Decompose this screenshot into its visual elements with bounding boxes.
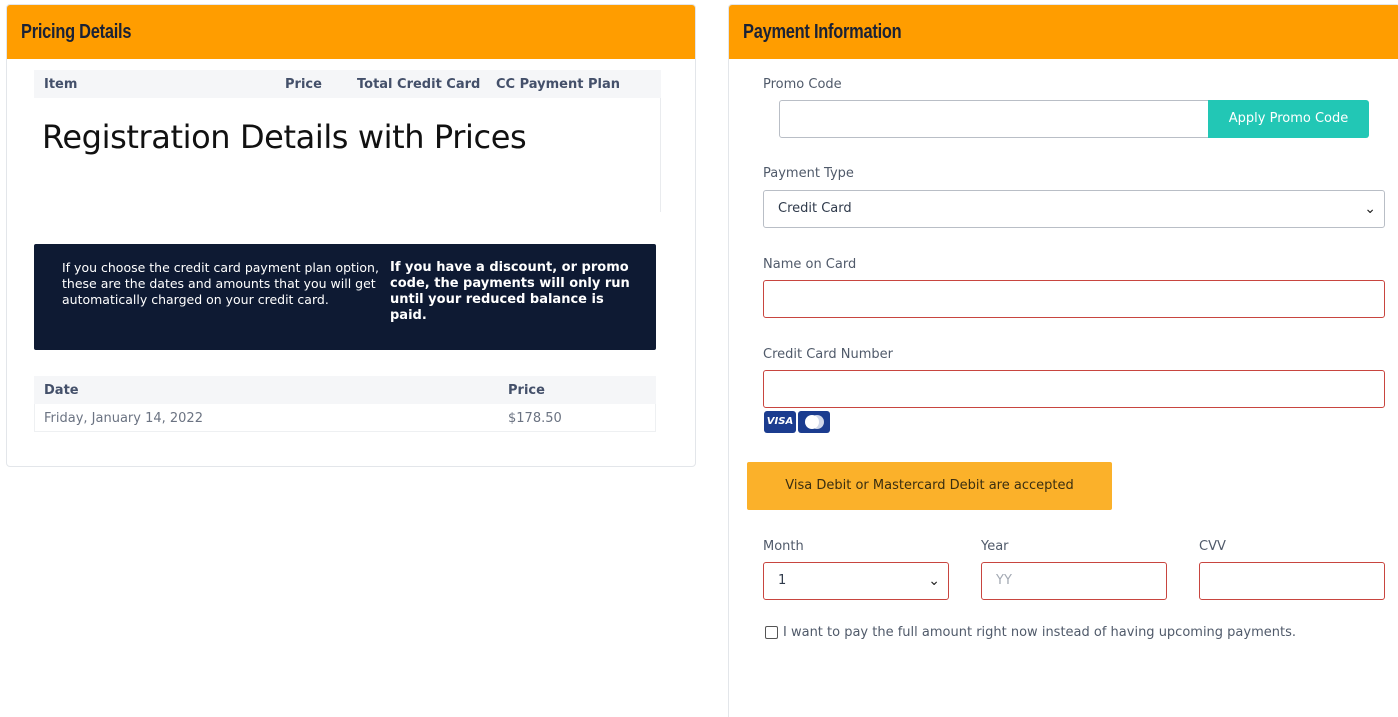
pricing-details-title: Pricing Details [21, 21, 132, 43]
schedule-header: Date Price [34, 376, 656, 404]
payment-information-header: Payment Information [729, 5, 1398, 59]
col-cc-payment-plan: CC Payment Plan [496, 77, 621, 92]
month-select[interactable]: 1 ⌄ [763, 562, 949, 600]
schedule-price: $178.50 [508, 411, 562, 426]
payment-type-select[interactable]: Credit Card ⌄ [763, 190, 1385, 228]
payment-schedule-table: Date Price Friday, January 14, 2022 $178… [34, 376, 656, 432]
name-on-card-label: Name on Card [763, 257, 857, 272]
col-total-credit-card: Total Credit Card [357, 77, 481, 92]
credit-card-number-label: Credit Card Number [763, 347, 893, 362]
cvv-input[interactable] [1199, 562, 1385, 600]
pricing-details-header: Pricing Details [7, 5, 695, 59]
payment-information-title: Payment Information [743, 21, 902, 43]
full-payment-label[interactable]: I want to pay the full amount right now … [783, 625, 1296, 640]
year-input[interactable]: YY [981, 562, 1167, 600]
info-text-discount: If you have a discount, or promo code, t… [390, 260, 630, 323]
payment-type-value: Credit Card [778, 201, 852, 216]
info-text-plan: If you choose the credit card payment pl… [62, 260, 379, 307]
promo-code-input[interactable] [779, 100, 1211, 138]
credit-card-number-input[interactable] [763, 370, 1385, 408]
month-value: 1 [778, 573, 787, 588]
chevron-down-icon: ⌄ [928, 573, 940, 589]
visa-icon: VISA [764, 411, 796, 433]
items-table-header: Item Price Total Credit Card CC Payment … [34, 70, 661, 98]
cvv-label: CVV [1199, 539, 1226, 554]
col-price: Price [285, 77, 322, 92]
promo-code-label: Promo Code [763, 77, 842, 92]
col-item: Item [44, 77, 78, 92]
schedule-date: Friday, January 14, 2022 [44, 411, 203, 426]
col-date: Date [44, 383, 79, 398]
table-row: Friday, January 14, 2022 $178.50 [34, 404, 656, 432]
year-label: Year [981, 539, 1009, 554]
debit-accepted-notice: Visa Debit or Mastercard Debit are accep… [747, 462, 1112, 510]
name-on-card-input[interactable] [763, 280, 1385, 318]
apply-promo-code-button[interactable]: Apply Promo Code [1208, 100, 1369, 138]
mastercard-icon [798, 411, 830, 433]
chevron-down-icon: ⌄ [1364, 201, 1376, 217]
full-payment-checkbox[interactable] [765, 626, 778, 639]
payment-plan-info-box: If you choose the credit card payment pl… [34, 244, 656, 350]
col-schedule-price: Price [508, 383, 545, 398]
payment-type-label: Payment Type [763, 166, 854, 181]
month-label: Month [763, 539, 804, 554]
registration-details-placeholder: Registration Details with Prices [42, 118, 527, 156]
